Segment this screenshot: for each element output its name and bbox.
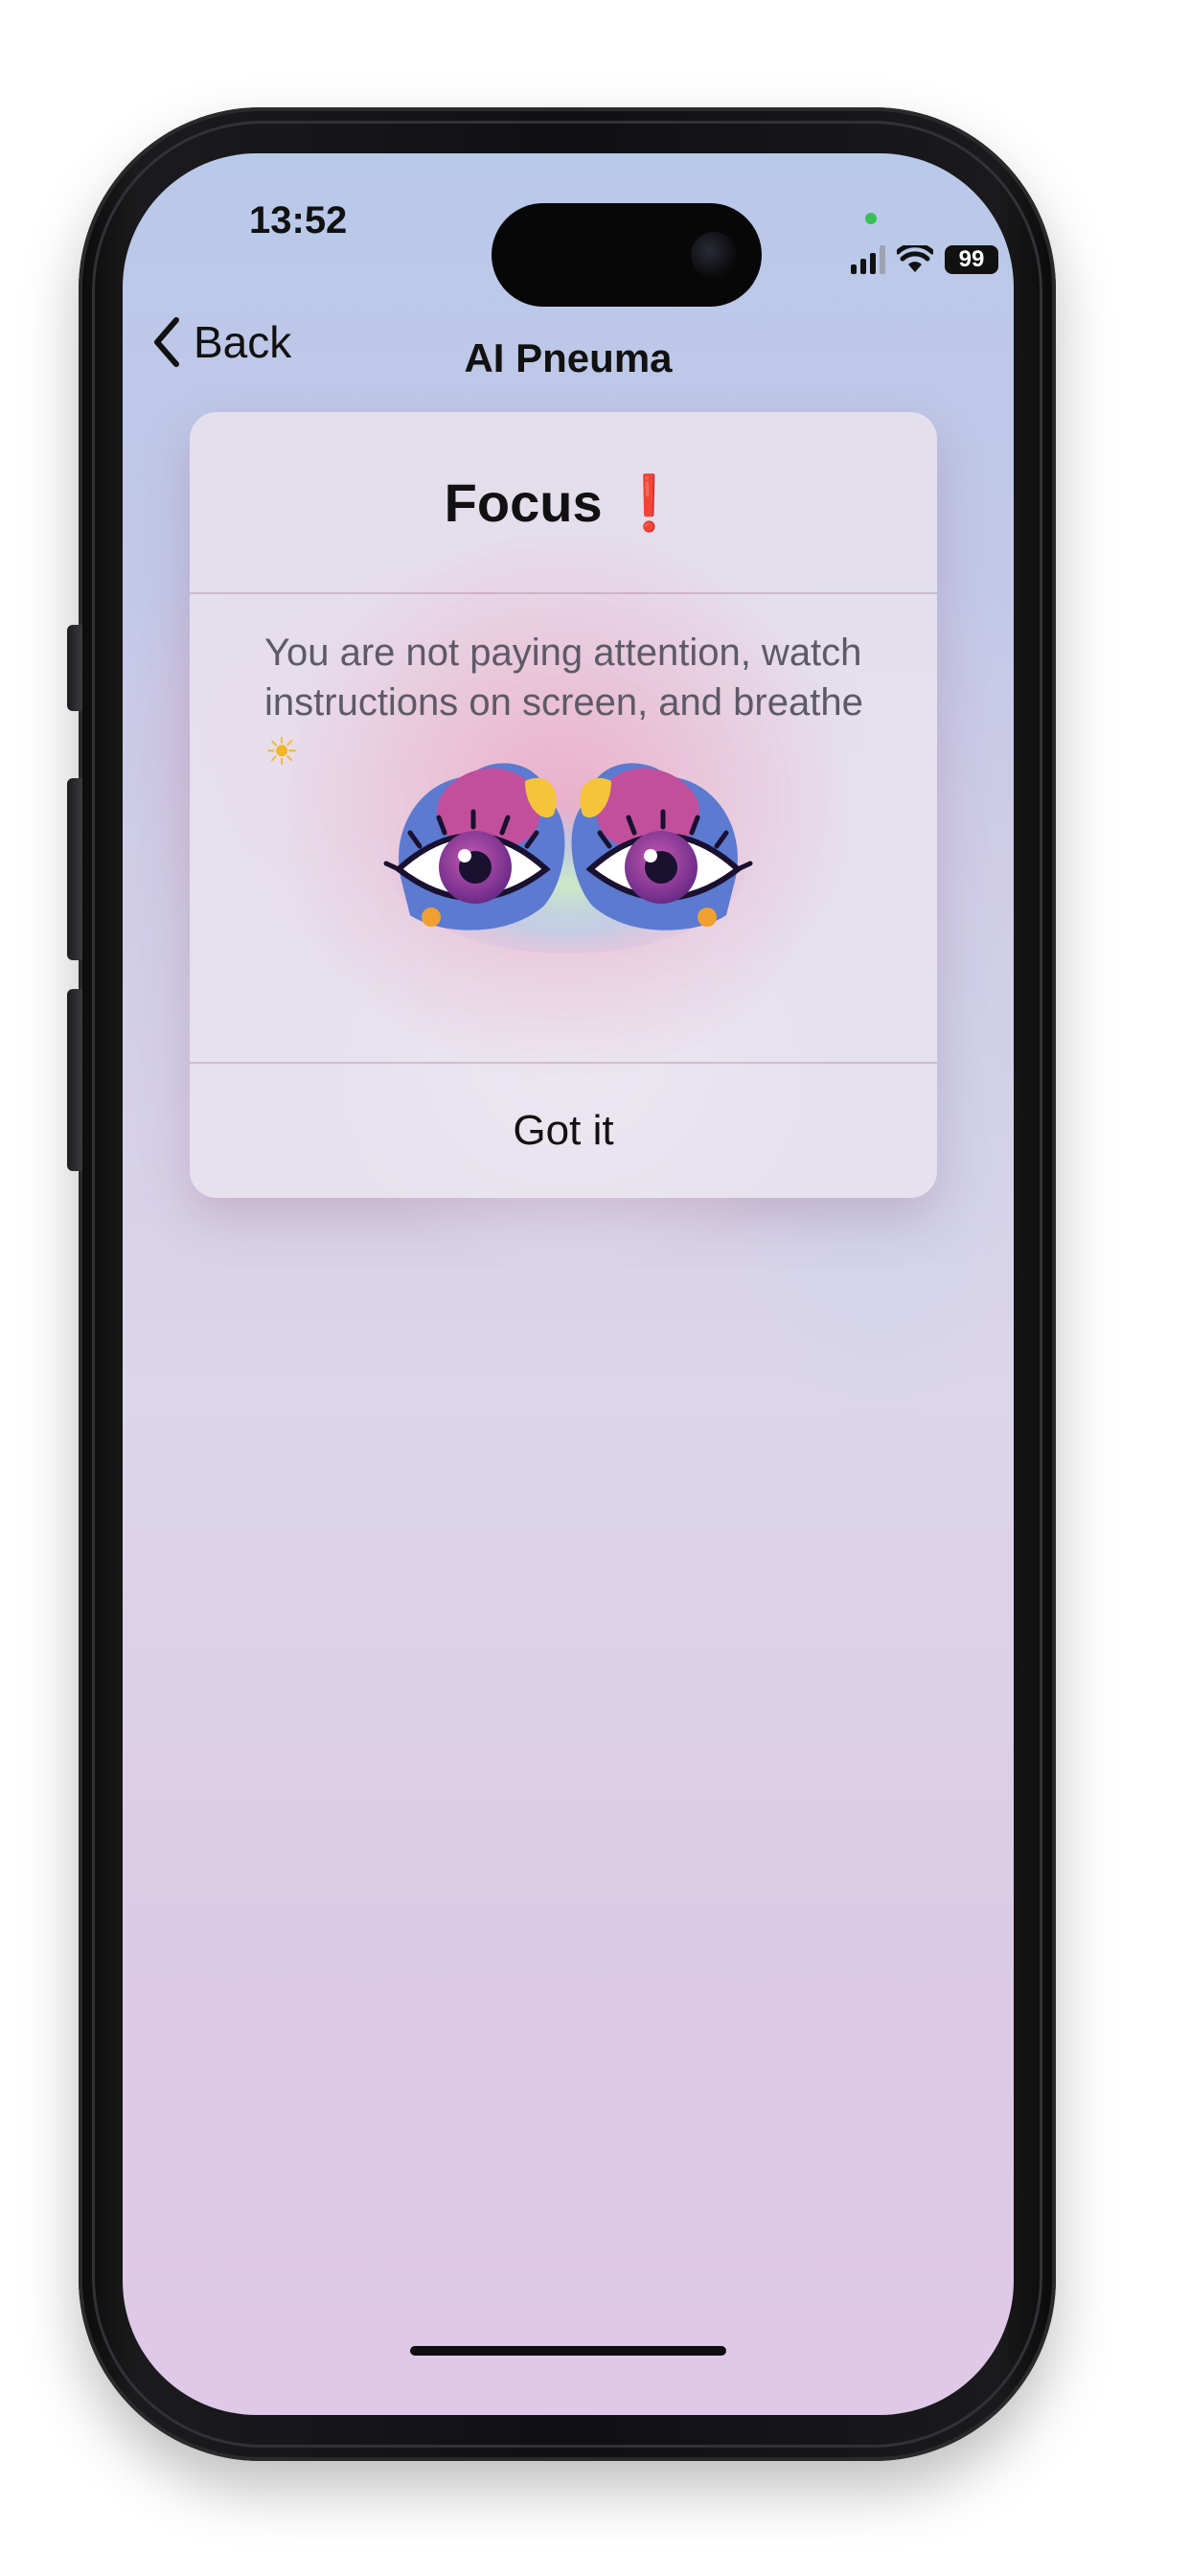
camera-icon [691, 232, 737, 278]
alert-title: Focus ❗ [190, 472, 937, 535]
got-it-button[interactable]: Got it [190, 1064, 937, 1198]
title-divider [190, 592, 937, 594]
page-title: AI Pneuma [464, 335, 673, 380]
volume-down-button [67, 989, 82, 1171]
battery-icon: 99 [945, 245, 998, 274]
status-icons: 99 [851, 245, 998, 274]
exclamation-icon: ❗ [615, 472, 683, 533]
alert-title-text: Focus [444, 472, 603, 533]
dynamic-island [492, 203, 762, 307]
focus-alert-dialog: Focus ❗ You are not paying attention, wat… [190, 412, 937, 1198]
alert-message-text: You are not paying attention, watch inst… [264, 632, 863, 724]
sun-icon: ☀ [264, 731, 299, 773]
wifi-icon [897, 245, 933, 272]
status-time: 13:52 [249, 199, 348, 242]
eyes-illustration [383, 763, 753, 954]
screen: 13:52 99 Back AI Pneuma Focus ❗ You are n… [123, 153, 1014, 2415]
privacy-indicator-dot [865, 213, 877, 224]
mute-switch [67, 625, 82, 711]
home-indicator[interactable] [410, 2346, 726, 2356]
volume-up-button [67, 778, 82, 960]
signal-icon [851, 245, 885, 274]
